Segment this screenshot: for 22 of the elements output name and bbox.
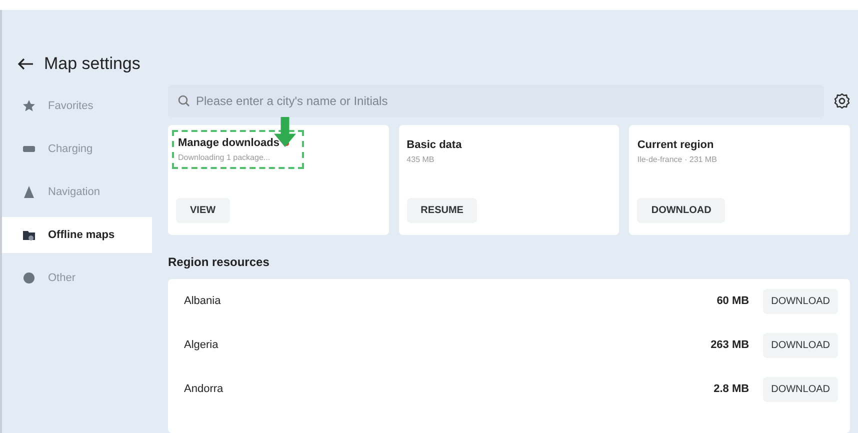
page-title: Map settings bbox=[44, 54, 140, 74]
card-button[interactable]: VIEW bbox=[176, 198, 230, 223]
section-heading: Region resources bbox=[168, 254, 270, 271]
card-title: Basic data bbox=[406, 139, 462, 151]
region-name: Andorra bbox=[184, 382, 224, 397]
search-field[interactable]: Please enter a city's name or Initials bbox=[168, 85, 824, 117]
download-button[interactable]: DOWNLOAD bbox=[763, 332, 838, 358]
card-button[interactable]: DOWNLOAD bbox=[637, 198, 726, 223]
sidebar-item[interactable]: Offline maps bbox=[2, 217, 152, 254]
region-name: Algeria bbox=[184, 338, 220, 353]
region-size: 2.8 MB bbox=[714, 382, 750, 397]
card-subtitle: 435 MB bbox=[406, 154, 436, 166]
card-subtitle: Downloading 1 package... bbox=[178, 152, 272, 164]
region-size: 60 MB bbox=[716, 294, 750, 309]
card-title: Current region bbox=[637, 139, 714, 151]
region-size: 263 MB bbox=[710, 338, 750, 353]
download-button[interactable]: DOWNLOAD bbox=[763, 288, 838, 314]
download-button[interactable]: DOWNLOAD bbox=[763, 376, 838, 402]
card-subtitle: Ile-de-france · 231 MB bbox=[637, 154, 718, 166]
card-button[interactable]: RESUME bbox=[406, 198, 478, 223]
region-name: Albania bbox=[184, 294, 222, 309]
card-title: Manage downloads bbox=[178, 137, 280, 149]
